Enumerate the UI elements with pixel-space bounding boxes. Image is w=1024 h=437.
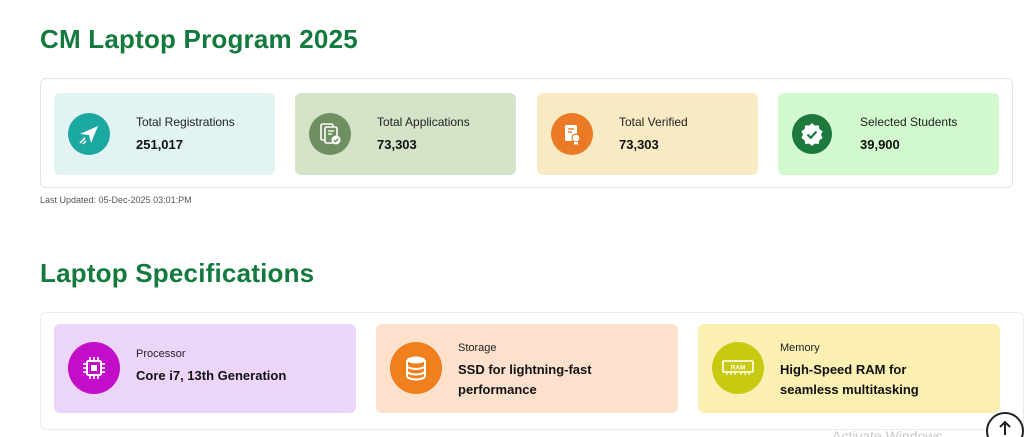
spec-label: Memory <box>780 342 820 354</box>
paper-plane-icon <box>68 113 110 155</box>
stat-card-selected: Selected Students 39,900 <box>778 93 999 175</box>
activate-windows-watermark: Activate Windows <box>832 428 943 437</box>
specs-panel: Processor Core i7, 13th Generation Stora… <box>40 312 1024 430</box>
ram-icon-text: RAM <box>731 365 746 372</box>
stats-panel: Total Registrations 251,017 Total Applic… <box>40 78 1013 188</box>
verified-badge-icon <box>792 114 832 154</box>
cpu-chip-icon <box>68 342 120 394</box>
stat-card-verified: Total Verified 73,303 <box>537 93 758 175</box>
spec-value: SSD for lightning-fast performance <box>458 362 592 397</box>
stat-value: 73,303 <box>619 137 659 152</box>
stat-label: Total Registrations <box>136 115 235 129</box>
stat-label: Selected Students <box>860 115 958 129</box>
spec-value: High-Speed RAM for seamless multitasking <box>780 362 919 397</box>
section-title: Laptop Specifications <box>40 258 315 288</box>
spec-label: Processor <box>136 348 186 360</box>
stat-label: Total Applications <box>377 115 470 129</box>
stat-card-applications: Total Applications 73,303 <box>295 93 516 175</box>
arrow-up-icon <box>999 420 1011 435</box>
spec-card-processor: Processor Core i7, 13th Generation <box>54 324 356 413</box>
certificate-icon <box>551 113 593 155</box>
spec-value: Core i7, 13th Generation <box>136 368 287 383</box>
stat-card-registrations: Total Registrations 251,017 <box>54 93 275 175</box>
stat-value: 73,303 <box>377 137 417 152</box>
spec-card-storage: Storage SSD for lightning-fast performan… <box>376 324 678 413</box>
page-title: CM Laptop Program 2025 <box>40 24 358 54</box>
stat-value: 251,017 <box>136 137 183 152</box>
stat-value: 39,900 <box>860 137 900 152</box>
documents-check-icon <box>309 113 351 155</box>
last-updated: Last Updated: 05-Dec-2025 03:01:PM <box>40 195 192 205</box>
ram-stick-icon: RAM <box>712 342 764 394</box>
spec-card-memory: RAM Memory High-Speed RAM for seamless m… <box>698 324 1000 413</box>
database-icon <box>390 342 442 394</box>
stat-label: Total Verified <box>619 115 688 129</box>
spec-label: Storage <box>458 342 497 354</box>
